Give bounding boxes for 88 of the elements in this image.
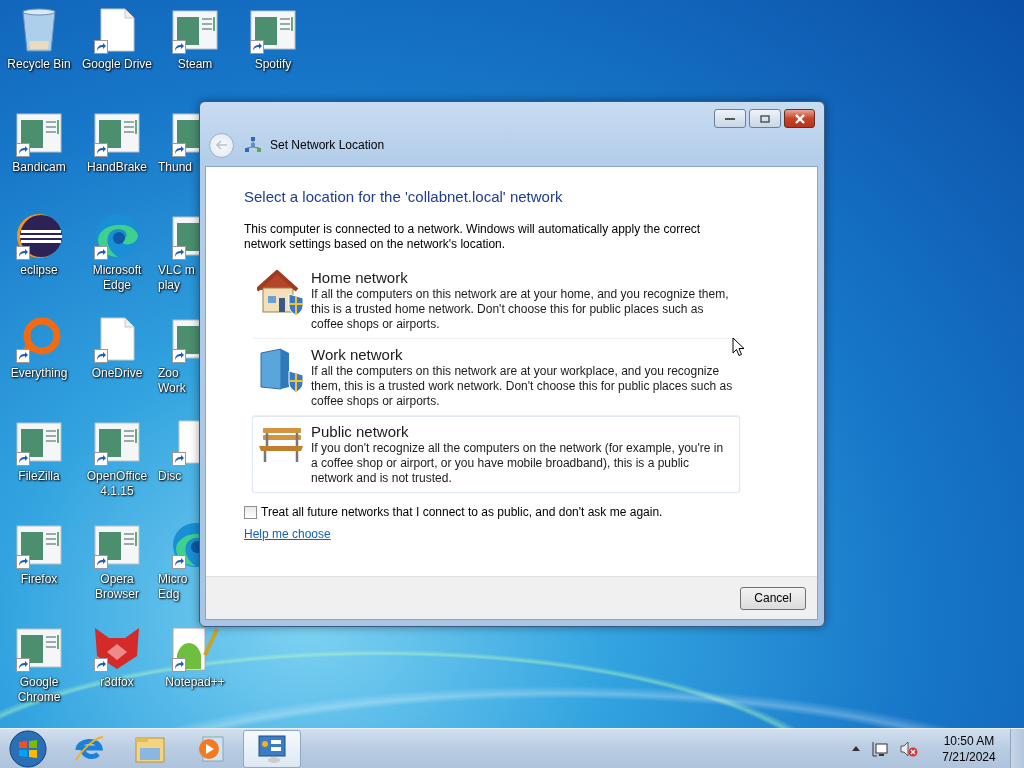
desktop-shortcut[interactable]: Disc — [156, 418, 234, 521]
shortcut-label: Thund — [158, 160, 193, 175]
edge-icon — [94, 213, 140, 259]
cancel-button[interactable]: Cancel — [740, 586, 806, 610]
shortcut-label: Everything — [10, 366, 68, 381]
close-button[interactable] — [784, 109, 815, 128]
shortcut-label: FileZilla — [18, 469, 60, 484]
recycle-bin-icon — [19, 7, 59, 53]
option-title: Home network — [311, 268, 409, 287]
desktop-shortcut[interactable]: Bandicam — [0, 109, 78, 212]
desktop-shortcut[interactable]: Everything — [0, 315, 78, 418]
desktop-shortcut[interactable]: Spotify — [234, 6, 312, 109]
desktop-shortcut[interactable]: Google Chrome — [0, 624, 78, 727]
play-icon — [197, 734, 225, 763]
shortcut-label: Spotify — [254, 57, 292, 72]
taskbar-button[interactable] — [243, 729, 301, 768]
desktop-shortcut[interactable]: Firefox — [0, 521, 78, 624]
shortcut-label: VLC m play — [158, 263, 196, 293]
shortcut-label: Google Chrome — [16, 675, 62, 705]
shortcut-label: Bandicam — [12, 160, 66, 175]
eclipse-icon — [16, 213, 62, 259]
network-icon — [245, 137, 261, 153]
shortcut-label: Opera Browser — [94, 572, 140, 602]
desktop-shortcut[interactable]: r3dfox — [78, 624, 156, 727]
application-window-icon — [16, 113, 62, 153]
shortcut-label: HandBrake — [86, 160, 147, 175]
clock-time[interactable]: 10:50 AM — [943, 732, 995, 749]
office-building-icon — [257, 347, 305, 393]
desktop-shortcut[interactable]: Notepad++ — [156, 624, 234, 727]
desktop-shortcut[interactable]: OpenOffice 4.1.15 — [78, 418, 156, 521]
document-icon — [99, 8, 135, 52]
dialog-heading: Select a location for the 'collabnet.local' network — [244, 188, 563, 205]
shortcut-label: Steam — [177, 57, 213, 72]
shortcut-label: Google Drive — [82, 57, 152, 72]
desktop-shortcut[interactable]: OneDrive — [78, 315, 156, 418]
option-description: If all the computers on this network are at your workplace, and you recognize them, this is a trusted work network. Don't choose this for public places such as coffee shops or airports. — [311, 364, 733, 409]
shortcut-label: Zoo Work — [158, 366, 187, 396]
document-icon — [99, 317, 135, 361]
desktop-shortcut[interactable]: HandBrake — [78, 109, 156, 212]
application-window-icon — [94, 113, 140, 153]
speaker-muted-icon[interactable] — [900, 740, 918, 757]
network-location-option[interactable]: Public network If you don't recognize all the computers on the network (for example, you're in a coffee shop or airport, or you have mobile broadband), this is a public network and is not trusted. — [252, 416, 740, 493]
checkbox[interactable] — [244, 505, 257, 519]
desktop-shortcut[interactable]: FileZilla — [0, 418, 78, 521]
shortcut-label: OneDrive — [91, 366, 143, 381]
clock-date[interactable]: 7/21/2024 — [942, 748, 996, 765]
shortcut-label: Recycle Bin — [7, 57, 71, 72]
desktop-shortcut[interactable]: eclipse — [0, 212, 78, 315]
desktop-shortcut[interactable]: Opera Browser — [78, 521, 156, 624]
application-window-icon — [172, 10, 218, 50]
back-arrow-icon — [215, 140, 228, 150]
house-icon — [257, 270, 305, 316]
shortcut-label: Firefox — [20, 572, 58, 587]
application-window-icon — [94, 422, 140, 462]
shortcut-label: Notepad++ — [165, 675, 225, 690]
option-description: If all the computers on this network are at your home, and you recognize them, this is a trusted home network. Don't choose this for public places such as coffee shops or airports. — [311, 287, 730, 332]
maximize-button[interactable] — [749, 109, 781, 128]
minimize-button[interactable] — [714, 109, 746, 128]
option-description: If you don't recognize all the computers on the network (for example, you're in a coffee shop or airport, or you have mobile broadband), this is a public network and is not trusted. — [311, 441, 725, 486]
application-window-icon — [16, 628, 62, 668]
window-title: Set Network Location — [270, 138, 385, 152]
desktop-shortcut[interactable]: Steam — [156, 6, 234, 109]
option-title: Public network — [311, 422, 410, 441]
shortcut-label: Microsoft Edge — [91, 263, 143, 293]
application-window-icon — [16, 422, 62, 462]
application-window-icon — [94, 525, 140, 565]
close-icon — [793, 113, 806, 124]
shortcut-label: r3dfox — [100, 675, 134, 690]
shortcut-label: eclipse — [20, 263, 58, 278]
desktop-shortcut[interactable]: Recycle Bin — [0, 6, 78, 109]
desktop-shortcut[interactable]: Microsoft Edge — [78, 212, 156, 315]
mouse-cursor-icon — [732, 337, 745, 357]
application-window-icon — [250, 10, 296, 50]
shortcut-label: Micro Edg — [158, 572, 189, 602]
desktop-shortcut[interactable]: Google Drive — [78, 6, 156, 109]
start-button[interactable] — [6, 728, 50, 768]
shortcut-label: Disc — [158, 469, 182, 484]
shortcut-label: OpenOffice 4.1.15 — [85, 469, 149, 499]
network-status-icon[interactable] — [872, 740, 888, 757]
show-hidden-icons-icon[interactable] — [852, 746, 860, 751]
application-window-icon — [16, 525, 62, 565]
option-title: Work network — [311, 345, 404, 364]
maximize-icon — [760, 114, 770, 123]
intro-text: This computer is connected to a network. Windows will automatically apply the correct network settings based on the network's location. — [244, 222, 702, 252]
control-panel-icon — [256, 733, 288, 764]
network-location-option[interactable]: Home network If all the computers on this network are at your home, and you recognize them, this is a trusted home network. Don't choose this for public places such as coffee shops or airports. — [252, 262, 740, 339]
checkbox-label: Treat all future networks that I connect to as public, and don't ask me again. — [261, 505, 663, 519]
help-link[interactable]: Help me choose — [244, 527, 331, 541]
